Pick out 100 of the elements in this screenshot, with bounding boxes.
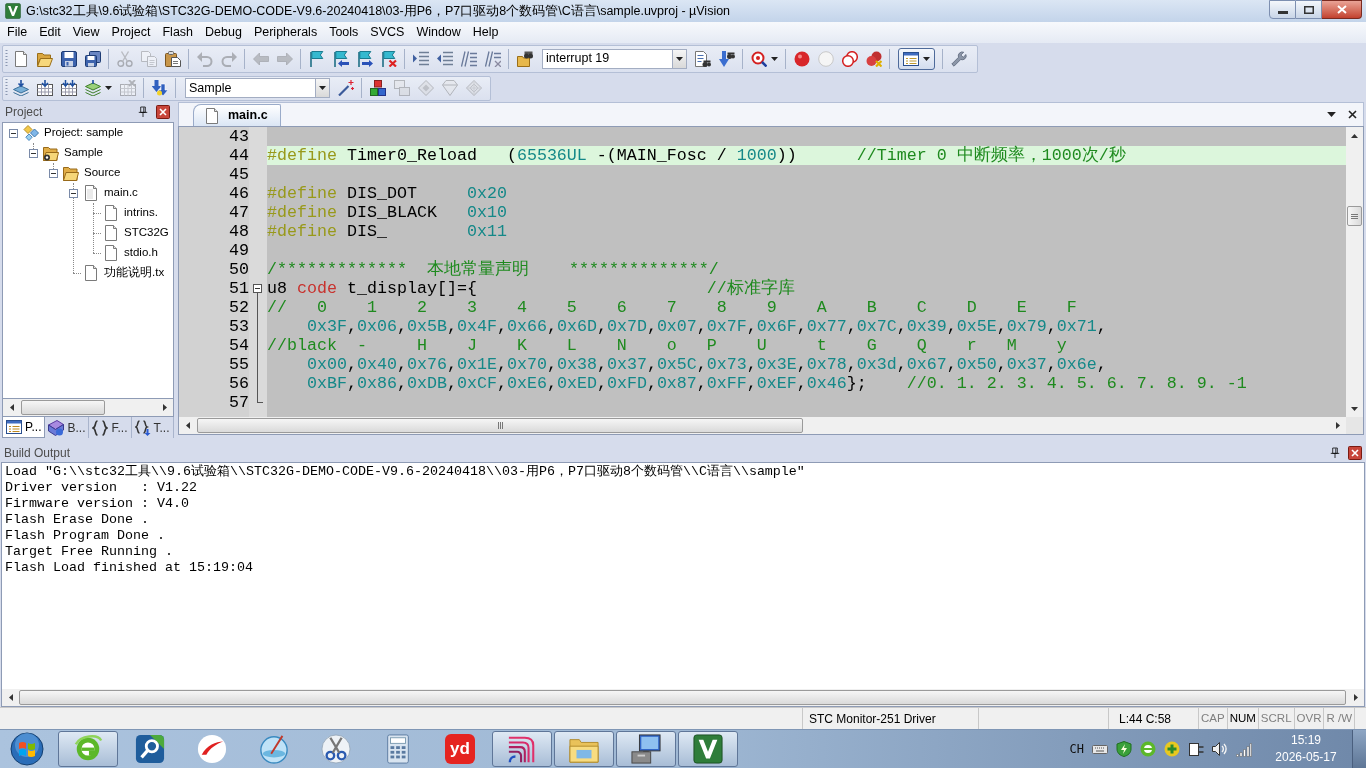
slashed-lines-icon: [461, 50, 477, 67]
cube-icon: [48, 419, 65, 436]
panel-tab[interactable]: T...: [131, 417, 174, 438]
taskbar-button[interactable]: [616, 731, 676, 767]
tree-item[interactable]: Source: [84, 164, 121, 182]
horizontal-scrollbar[interactable]: [3, 399, 173, 416]
folder-gear-icon: [43, 145, 59, 161]
left-triangle-icon: [9, 404, 14, 411]
close-icon[interactable]: [1348, 110, 1357, 119]
maximize-button[interactable]: [1296, 0, 1322, 19]
panel-tab[interactable]: F...: [89, 417, 132, 438]
code-line: 0x00,0x40,0x76,0x1E,0x70,0x38,0x37,0x5C,0x73,0x3E,0x78,0x3d,0x67,0x50,0x37,0x6e,: [305, 355, 1108, 374]
menu-item[interactable]: Flash: [156, 23, 200, 42]
input-language[interactable]: CH: [1069, 740, 1084, 758]
dropdown-button[interactable]: [672, 49, 686, 68]
line-number: 52: [229, 298, 249, 317]
flag-right-arrow-icon: [357, 50, 373, 67]
key-indicator: OVR: [1296, 710, 1322, 726]
app-logo: yd: [445, 734, 475, 764]
taskbar-button[interactable]: [678, 731, 738, 767]
dropdown-caret-icon[interactable]: [1327, 112, 1336, 117]
editor-tab[interactable]: main.c: [193, 104, 281, 126]
menu-item[interactable]: Window: [410, 23, 467, 42]
menu-item[interactable]: Help: [466, 23, 505, 42]
menu-item[interactable]: View: [66, 23, 106, 42]
scroll-thumb[interactable]: [1347, 206, 1362, 226]
magic-wand-icon: [338, 80, 354, 96]
tree-item[interactable]: Sample: [64, 144, 103, 162]
horizontal-scrollbar[interactable]: [179, 417, 1346, 434]
taskbar-button[interactable]: [58, 731, 118, 767]
menu-item[interactable]: SVCS: [364, 23, 411, 42]
panel-title: Project: [5, 104, 43, 121]
menu-item[interactable]: Project: [105, 23, 157, 42]
key-indicator: NUM: [1229, 710, 1256, 726]
combo-box[interactable]: interrupt 19: [542, 48, 687, 69]
pin-icon[interactable]: [1330, 446, 1340, 460]
menu-item[interactable]: Debug: [199, 23, 248, 42]
panel-tab[interactable]: B...: [45, 417, 90, 438]
menu-item[interactable]: Edit: [33, 23, 67, 42]
speaker-icon[interactable]: [1212, 741, 1228, 757]
pin-icon[interactable]: [138, 105, 148, 119]
line-number: 57: [229, 393, 249, 412]
tree-item[interactable]: 功能说明.tx: [104, 264, 165, 282]
plug-icon[interactable]: [1188, 741, 1204, 757]
code-line: 0xBF,0x86,0xDB,0xCF,0xE6,0xED,0xFD,0x87,0xFF,0xEF,0x46}; //0. 1. 2. 3. 4. 5. 6. 7. 8. 9. -1: [305, 374, 1248, 393]
grip-icon: [1351, 213, 1358, 219]
window-layout-button[interactable]: [898, 47, 935, 70]
ring-bar-icon[interactable]: [1140, 741, 1156, 757]
panel-title: Build Output: [4, 445, 71, 462]
vertical-scrollbar[interactable]: [1346, 127, 1363, 417]
tree-item[interactable]: intrins.: [124, 204, 158, 222]
collapse-icon[interactable]: [68, 188, 78, 198]
gem-icon: [442, 80, 458, 96]
tree-item[interactable]: Project: sample: [44, 124, 124, 142]
taskbar-button[interactable]: yd: [430, 731, 490, 767]
flag-left-arrow-icon: [333, 50, 349, 67]
maximize-icon: [1303, 5, 1314, 14]
scroll-thumb[interactable]: [21, 400, 105, 415]
collapse-icon[interactable]: [8, 128, 18, 138]
output-line: Target Free Running .: [5, 544, 173, 560]
collapse-icon[interactable]: [48, 168, 58, 178]
folder-icon: [63, 165, 79, 181]
taskbar-button[interactable]: [554, 731, 614, 767]
breakpoint-dot-icon: [794, 50, 810, 67]
code-line: #define DIS_ 0x11: [267, 222, 508, 241]
minimize-button[interactable]: [1269, 0, 1296, 19]
dropdown-button[interactable]: [315, 79, 329, 97]
tree-item[interactable]: stdio.h: [124, 244, 158, 262]
collapse-icon[interactable]: [253, 284, 262, 293]
show-desktop-button[interactable]: [1352, 729, 1366, 768]
swoosh-icon: [197, 734, 227, 764]
up-triangle-icon: [1351, 133, 1358, 138]
tree-item[interactable]: main.c: [104, 184, 138, 202]
signal-bars-icon[interactable]: [1236, 741, 1252, 757]
plus-icon[interactable]: [1164, 741, 1180, 757]
tree-item[interactable]: STC32G: [124, 224, 169, 242]
menu-item[interactable]: Peripherals: [247, 23, 324, 42]
start-orb-icon: [10, 732, 44, 766]
scroll-thumb[interactable]: [197, 418, 803, 433]
shield-icon[interactable]: [1116, 741, 1132, 757]
magnifier-tile-icon: [135, 734, 165, 764]
close-button[interactable]: [1322, 0, 1362, 19]
combo-box[interactable]: Sample: [185, 78, 330, 98]
taskbar-button[interactable]: [492, 731, 552, 767]
menu-item[interactable]: File: [1, 23, 34, 42]
grip-icon: [497, 422, 503, 429]
code-line: // 0 1 2 3 4 5 6 7 8 9 A B C D E F: [267, 298, 1078, 317]
close-icon[interactable]: [156, 105, 170, 119]
line-number: 50: [229, 260, 249, 279]
collapse-icon[interactable]: [28, 148, 38, 158]
menu-item[interactable]: Tools: [323, 23, 365, 42]
panel-tab[interactable]: P...: [2, 417, 46, 438]
colored-blocks-icon: [370, 80, 386, 96]
line-number: 54: [229, 336, 249, 355]
right-triangle-icon: [162, 404, 167, 411]
output-line: Flash Erase Done .: [5, 512, 149, 528]
close-icon[interactable]: [1348, 446, 1362, 460]
close-icon: [1336, 5, 1347, 14]
diamonds-icon: [23, 125, 39, 141]
grid-cross-icon: [120, 80, 136, 96]
